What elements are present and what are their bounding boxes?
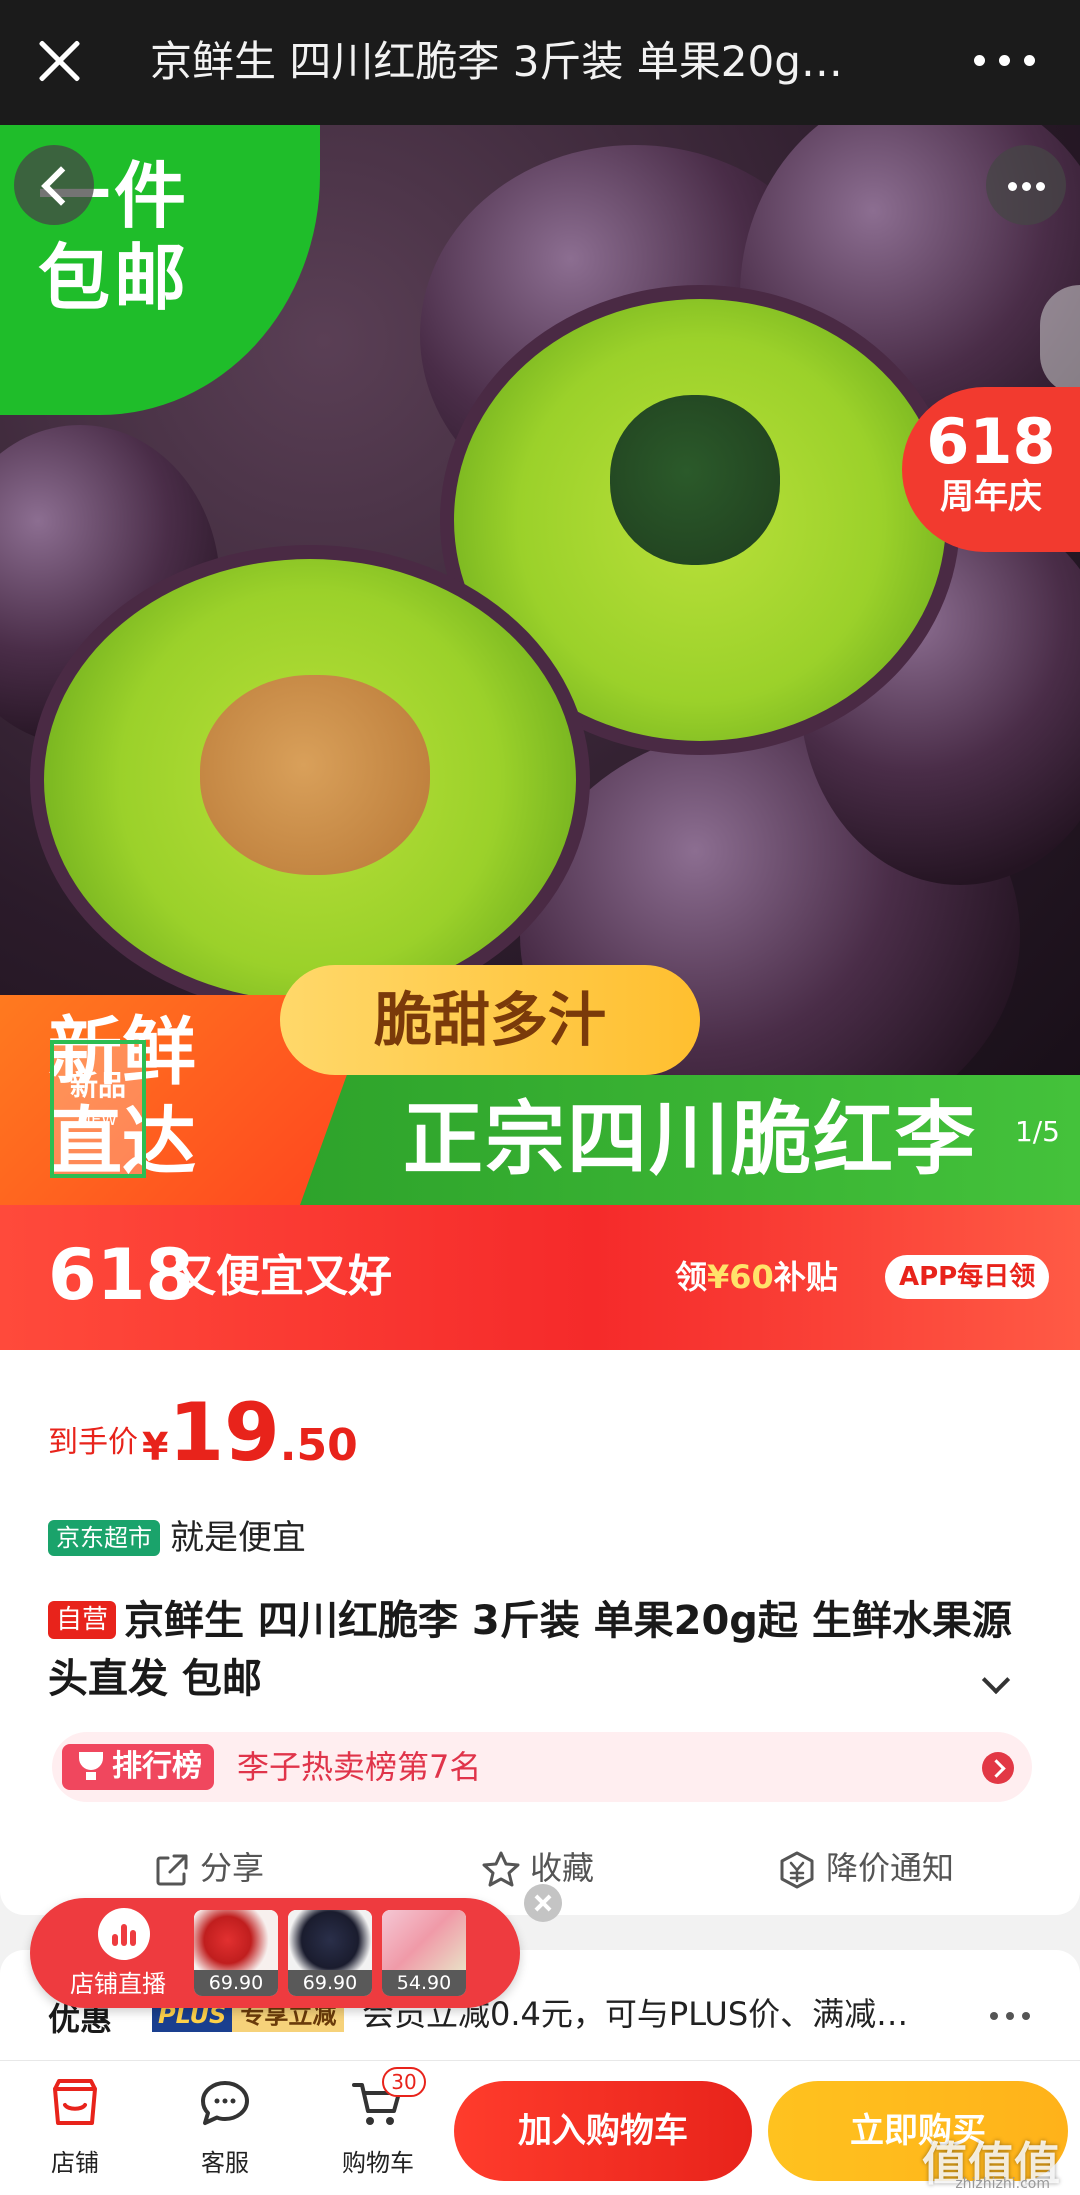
live-label: 店铺直播 xyxy=(70,1970,166,1998)
more-options-icon[interactable] xyxy=(986,145,1066,225)
price: 到手价 ¥19.50 xyxy=(48,1386,358,1479)
watermark-url: zhizhizhi.com xyxy=(955,2176,1050,2192)
price-alert-button[interactable]: 降价通知 xyxy=(776,1838,954,1898)
thumb-price: 69.90 xyxy=(194,1970,278,1996)
live-icon xyxy=(98,1908,150,1960)
chevron-down-icon[interactable] xyxy=(980,1668,1010,1698)
subsidy-text: 领¥60补贴 xyxy=(675,1255,838,1299)
price-decimal: .50 xyxy=(279,1420,358,1471)
live-product-thumb[interactable]: 69.90 xyxy=(288,1910,372,1996)
more-menu-icon[interactable] xyxy=(970,48,1040,72)
plum-half-image xyxy=(30,545,590,1015)
shop-icon xyxy=(47,2075,103,2131)
price-alert-icon xyxy=(780,1851,814,1889)
chevron-right-icon xyxy=(982,1752,1014,1784)
price-label: 到手价 xyxy=(48,1425,138,1460)
anniversary-badge: 618 周年庆 xyxy=(902,387,1080,552)
ranking-tag-label: 排行榜 xyxy=(112,1749,202,1784)
authentic-sichuan-banner: 正宗四川脆红李 xyxy=(300,1075,1080,1205)
cart-count-badge: 30 xyxy=(382,2067,426,2097)
live-product-thumb[interactable]: 54.90 xyxy=(382,1910,466,1996)
close-live-icon[interactable] xyxy=(524,1884,562,1922)
grape-image xyxy=(288,1910,372,1970)
apple-image xyxy=(194,1910,278,1970)
subsidy-suffix: 补贴 xyxy=(773,1258,838,1296)
new-product-tag: 新品 NEW xyxy=(50,1040,146,1178)
cart-label: 购物车 xyxy=(342,2149,414,2177)
app-daily-tag[interactable]: APP每日领 xyxy=(885,1255,1050,1299)
star-icon xyxy=(482,1851,520,1887)
ranking-bar[interactable]: 排行榜 李子热卖榜第7名 xyxy=(52,1732,1032,1802)
trophy-icon xyxy=(78,1752,104,1782)
ranking-text: 李子热卖榜第7名 xyxy=(237,1748,482,1786)
fruit-box-image xyxy=(382,1910,466,1970)
cart-nav[interactable]: 30 购物车 xyxy=(318,2067,438,2178)
add-to-cart-button[interactable]: 加入购物车 xyxy=(454,2081,752,2181)
thumb-price: 69.90 xyxy=(288,1970,372,1996)
top-bar: 京鲜生 四川红脆李 3斤装 单果20g… xyxy=(0,0,1080,125)
jd-supermarket-slogan: 就是便宜 xyxy=(170,1518,306,1558)
promo-banner[interactable]: 618 又便宜又好 领¥60补贴 APP每日领 xyxy=(0,1205,1080,1350)
product-page: 京鲜生 四川红脆李 3斤装 单果20g… 一件 包邮 618 周年庆 新鲜 直达… xyxy=(0,0,1080,2195)
thumb-price: 54.90 xyxy=(382,1970,466,1996)
price-alert-label: 降价通知 xyxy=(826,1849,955,1887)
shop-live-widget[interactable]: 店铺直播 69.90 69.90 54.90 xyxy=(30,1898,520,2008)
price-currency: ¥ xyxy=(142,1425,169,1469)
back-arrow-icon[interactable] xyxy=(14,145,94,225)
shop-label: 店铺 xyxy=(51,2149,99,2177)
self-operated-tag: 自营 xyxy=(48,1601,117,1639)
product-title-text: 京鲜生 四川红脆李 3斤装 单果20g起 生鲜水果源头直发 包邮 xyxy=(48,1598,1012,1702)
page-title: 京鲜生 四川红脆李 3斤装 单果20g… xyxy=(150,37,843,86)
product-info-card: 到手价 ¥19.50 京东超市 就是便宜 自营 京鲜生 四川红脆李 3斤装 单果20g… xyxy=(0,1350,1080,1915)
close-icon[interactable] xyxy=(30,32,88,90)
promo-slogan: 又便宜又好 xyxy=(172,1251,392,1302)
subsidy-amount: ¥60 xyxy=(707,1258,774,1296)
crisp-sweet-pill: 脆甜多汁 xyxy=(280,965,700,1075)
favorite-label: 收藏 xyxy=(530,1849,595,1887)
live-product-thumb[interactable]: 69.90 xyxy=(194,1910,278,1996)
share-icon xyxy=(156,1854,188,1886)
jd-supermarket-row[interactable]: 京东超市 就是便宜 xyxy=(48,1518,306,1558)
carousel-pager: 1/5 xyxy=(1014,1115,1060,1148)
chat-icon xyxy=(197,2075,253,2131)
more-dots-icon[interactable] xyxy=(990,2012,1030,2022)
price-integer: 19 xyxy=(168,1386,280,1479)
bottom-action-bar: 店铺 客服 30 购物车 加入购物车 立即购买 xyxy=(0,2060,1080,2195)
cart-icon: 30 xyxy=(350,2067,426,2131)
product-image-carousel[interactable]: 一件 包邮 618 周年庆 新鲜 直达 脆甜多汁 正宗四川脆红李 新品 NEW … xyxy=(0,125,1080,1205)
product-title: 自营 京鲜生 四川红脆李 3斤装 单果20g起 生鲜水果源头直发 包邮 xyxy=(48,1592,1018,1708)
shop-nav[interactable]: 店铺 xyxy=(15,2075,135,2178)
share-label: 分享 xyxy=(200,1849,265,1887)
subsidy-prefix: 领 xyxy=(675,1258,708,1296)
share-button[interactable]: 分享 xyxy=(152,1838,264,1898)
ranking-tag: 排行榜 xyxy=(62,1744,214,1790)
hero-banner: 新鲜 直达 脆甜多汁 正宗四川脆红李 xyxy=(0,965,1080,1205)
jd-supermarket-tag: 京东超市 xyxy=(48,1520,160,1556)
service-nav[interactable]: 客服 xyxy=(165,2075,285,2178)
service-label: 客服 xyxy=(201,2149,249,2177)
